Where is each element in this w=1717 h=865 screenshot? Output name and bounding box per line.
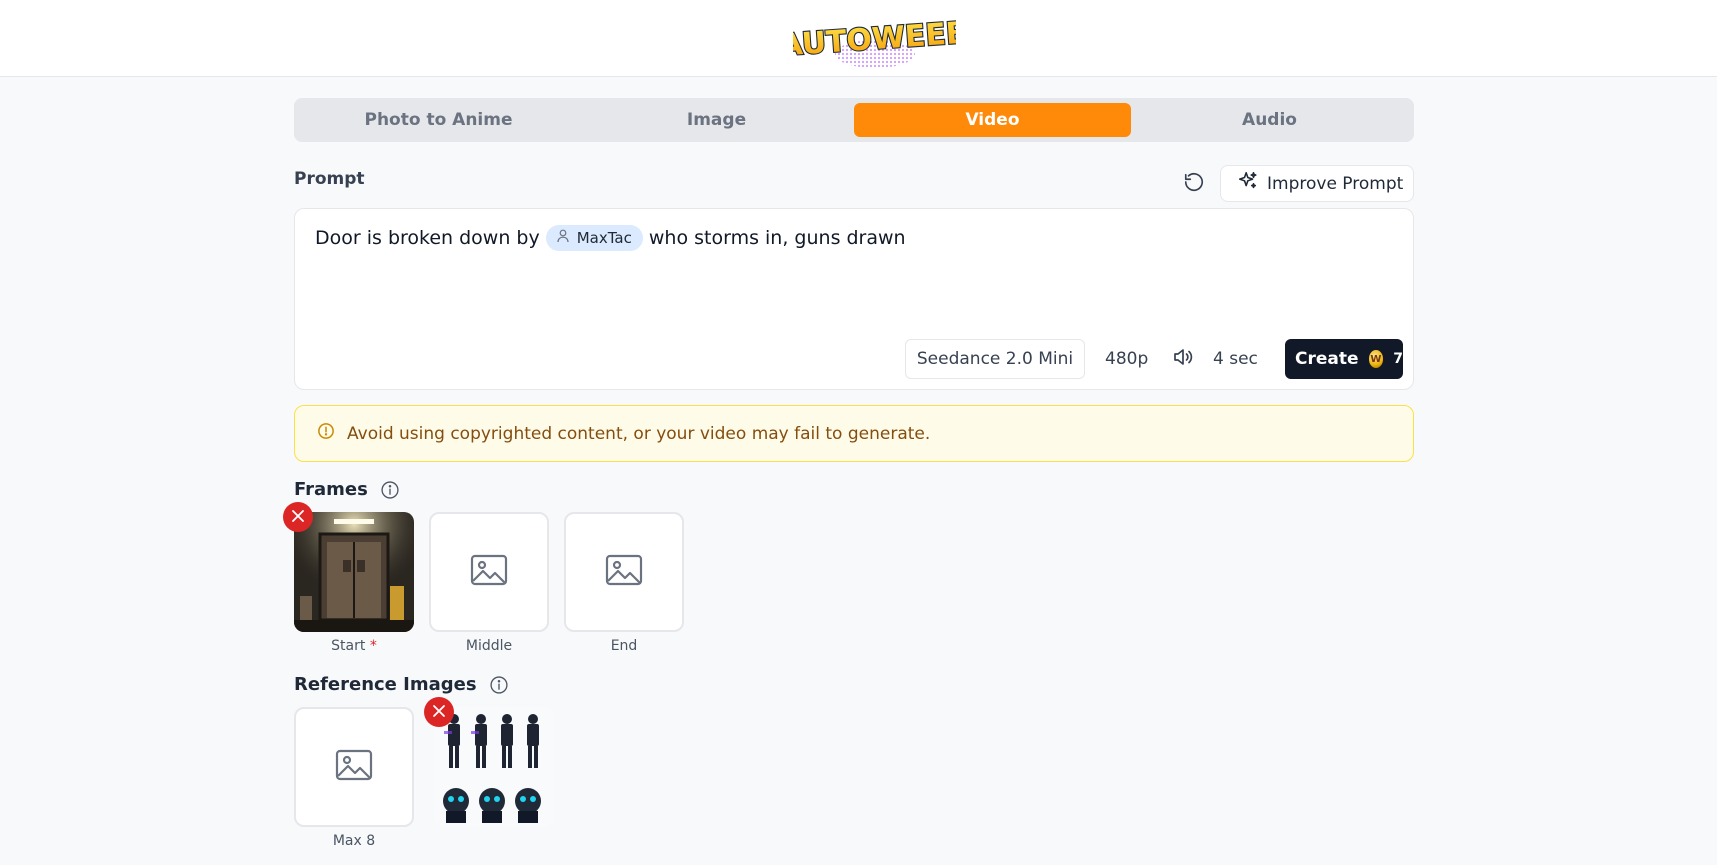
tab-photo-to-anime[interactable]: Photo to Anime xyxy=(300,103,577,137)
warning-text: Avoid using copyrighted content, or your… xyxy=(347,423,931,444)
end-frame-upload[interactable] xyxy=(564,512,684,632)
character-mention-chip[interactable]: MaxTac xyxy=(545,225,643,251)
frames-heading: Frames xyxy=(294,479,400,500)
duration-select[interactable]: 4 sec xyxy=(1213,339,1258,379)
image-placeholder-icon xyxy=(605,554,643,590)
coin-icon: W xyxy=(1368,350,1384,368)
improve-prompt-button[interactable]: Improve Prompt xyxy=(1220,165,1414,202)
prompt-label: Prompt xyxy=(294,169,365,189)
copyright-warning: Avoid using copyrighted content, or your… xyxy=(294,405,1414,462)
frames-title: Frames xyxy=(294,479,368,500)
warning-icon xyxy=(317,422,335,445)
reference-image-thumbnail[interactable] xyxy=(434,707,554,827)
improve-prompt-label: Improve Prompt xyxy=(1267,173,1404,194)
prompt-text-before: Door is broken down by xyxy=(315,227,540,249)
middle-frame-label: Middle xyxy=(465,638,513,654)
tab-video[interactable]: Video xyxy=(854,103,1131,137)
image-placeholder-icon xyxy=(335,749,373,785)
speaker-icon xyxy=(1171,345,1195,373)
close-icon xyxy=(291,508,305,527)
mention-label: MaxTac xyxy=(576,229,632,247)
person-icon xyxy=(557,229,569,247)
tab-image[interactable]: Image xyxy=(578,103,855,137)
required-marker: * xyxy=(369,638,377,654)
end-frame-label: End xyxy=(610,638,638,654)
create-button[interactable]: Create W 7 xyxy=(1285,339,1403,379)
add-reference-image-button[interactable] xyxy=(294,707,414,827)
info-icon[interactable] xyxy=(380,480,400,500)
reference-images-title: Reference Images xyxy=(294,674,477,695)
image-placeholder-icon xyxy=(470,554,508,590)
create-cost: 7 xyxy=(1393,351,1403,367)
sound-toggle[interactable] xyxy=(1167,343,1199,375)
prompt-editor[interactable]: Door is broken down by MaxTac who storms… xyxy=(294,208,1414,390)
character-sheet-image xyxy=(434,707,554,827)
remove-start-frame-button[interactable] xyxy=(283,502,313,532)
autoweeb-logo[interactable]: AUTOWEEB xyxy=(777,8,971,70)
close-icon xyxy=(432,703,446,722)
start-frame-label: Start * xyxy=(331,638,377,654)
top-bar: AUTOWEEB xyxy=(0,0,1717,77)
tab-audio[interactable]: Audio xyxy=(1131,103,1408,137)
reset-icon xyxy=(1183,171,1205,197)
create-label: Create xyxy=(1295,349,1359,369)
elevator-door-image xyxy=(294,512,414,632)
reference-images-heading: Reference Images xyxy=(294,674,509,695)
model-select[interactable]: Seedance 2.0 Mini xyxy=(905,339,1085,379)
svg-text:AUTOWEEB: AUTOWEEB xyxy=(793,15,956,63)
sparkles-icon xyxy=(1237,170,1259,197)
prompt-text-after: who storms in, guns drawn xyxy=(648,227,906,249)
prompt-text[interactable]: Door is broken down by MaxTac who storms… xyxy=(315,225,906,251)
start-frame-thumbnail[interactable] xyxy=(294,512,414,632)
middle-frame-upload[interactable] xyxy=(429,512,549,632)
mode-tabs: Photo to Anime Image Video Audio xyxy=(294,98,1414,142)
remove-reference-image-button[interactable] xyxy=(424,697,454,727)
reference-max-label: Max 8 xyxy=(332,833,376,849)
info-icon[interactable] xyxy=(489,675,509,695)
reset-prompt-button[interactable] xyxy=(1180,170,1208,198)
resolution-select[interactable]: 480p xyxy=(1105,339,1148,379)
